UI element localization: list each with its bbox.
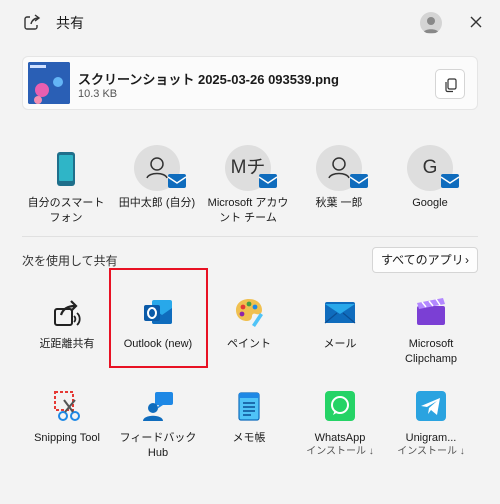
divider — [22, 236, 478, 237]
share-icon — [24, 14, 41, 30]
outlook-badge-icon — [167, 174, 187, 188]
close-icon[interactable] — [466, 12, 486, 32]
selection-highlight — [109, 268, 208, 368]
account-avatar[interactable] — [420, 12, 442, 34]
app-whatsapp[interactable]: WhatsApp インストール ↓ — [292, 389, 388, 458]
contact-avatar: Mチ — [225, 145, 278, 191]
contact-avatar — [134, 145, 187, 191]
contact-label: Microsoft アカウ ント チーム — [207, 197, 289, 224]
file-name: スクリーンショット 2025-03-26 093539.png — [78, 72, 339, 87]
install-label: インストール ↓ — [397, 446, 465, 457]
contact-tanaka[interactable]: 田中太郎 (自分) — [111, 145, 203, 211]
outlook-badge-icon — [258, 174, 278, 188]
file-thumbnail — [28, 62, 70, 104]
snipping-tool-icon — [50, 389, 84, 423]
contact-my-phone[interactable]: 自分のスマート フォン — [20, 145, 112, 226]
file-size: 10.3 KB — [78, 88, 118, 100]
outlook-badge-icon — [349, 174, 369, 188]
contact-label: Google — [412, 197, 448, 209]
copy-button[interactable] — [435, 69, 465, 99]
contact-label: 田中太郎 (自分) — [118, 197, 196, 209]
contact-akiba[interactable]: 秋葉 一郎 — [293, 145, 385, 211]
app-nearby-share[interactable]: 近距離共有 — [19, 295, 115, 352]
phone-icon — [43, 145, 89, 191]
app-label: ペイント — [227, 338, 271, 350]
contact-label: 自分のスマート フォン — [27, 197, 105, 224]
contact-avatar — [316, 145, 369, 191]
app-label: Snipping Tool — [34, 432, 100, 444]
copy-icon — [445, 78, 457, 93]
person-icon — [423, 17, 439, 33]
clipchamp-icon — [414, 295, 448, 329]
notepad-icon — [232, 389, 266, 423]
unigram-icon — [414, 389, 448, 423]
contact-avatar: G — [407, 145, 460, 191]
app-clipchamp[interactable]: Microsoft Clipchamp — [383, 295, 479, 367]
contact-label: 秋葉 一郎 — [315, 197, 363, 209]
feedback-hub-icon — [141, 389, 175, 423]
app-feedback-hub[interactable]: フィードバック Hub — [110, 389, 206, 461]
contact-ms-account-team[interactable]: Mチ Microsoft アカウ ント チーム — [202, 145, 294, 226]
app-label: 近距離共有 — [39, 338, 95, 350]
app-label: Unigram... — [405, 432, 457, 444]
app-label: フィードバック Hub — [119, 432, 197, 459]
app-label: メール — [323, 338, 357, 350]
app-unigram[interactable]: Unigram... インストール ↓ — [383, 389, 479, 458]
chevron-right-icon: › — [465, 253, 469, 267]
share-section-title: 次を使用して共有 — [22, 254, 118, 268]
app-paint[interactable]: ペイント — [201, 295, 297, 352]
app-mail[interactable]: メール — [292, 295, 388, 352]
app-label: Microsoft Clipchamp — [405, 338, 457, 365]
contact-google[interactable]: G Google — [384, 145, 476, 211]
app-label: メモ帳 — [232, 432, 266, 444]
whatsapp-icon — [323, 389, 357, 423]
app-label: WhatsApp — [314, 432, 366, 444]
app-snipping-tool[interactable]: Snipping Tool — [19, 389, 115, 446]
title-bar: 共有 — [0, 0, 500, 44]
nearby-share-icon — [50, 295, 84, 329]
install-label: インストール ↓ — [306, 446, 374, 457]
mail-icon — [323, 295, 357, 329]
window-title: 共有 — [56, 15, 84, 31]
all-apps-button[interactable]: すべてのアプリ › — [372, 247, 478, 273]
paint-icon — [232, 295, 266, 329]
shared-file-card: スクリーンショット 2025-03-26 093539.png 10.3 KB — [22, 56, 478, 110]
app-notepad[interactable]: メモ帳 — [201, 389, 297, 446]
outlook-badge-icon — [440, 174, 460, 188]
all-apps-label: すべてのアプリ — [381, 253, 464, 267]
